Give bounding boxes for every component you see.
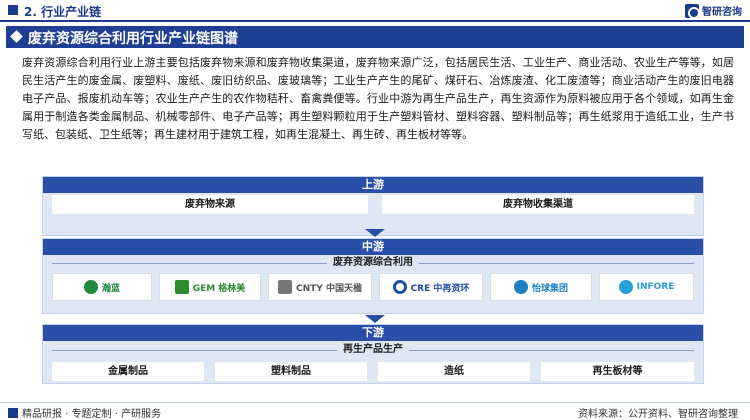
- company-logo-cre: CRE 中再资环: [379, 273, 483, 301]
- midstream-subtitle-text: 废弃资源综合利用: [327, 257, 419, 268]
- yechiu-logo-icon: [513, 280, 528, 294]
- company-logo-hanlan: 瀚蓝: [52, 273, 152, 301]
- hanlan-logo-icon: [83, 280, 98, 294]
- brand-name: 智研咨询: [702, 7, 742, 18]
- brand-logo-icon: [685, 3, 700, 19]
- footer-logo-icon: [8, 407, 18, 418]
- company-name: INFORE: [636, 282, 675, 292]
- downstream-subtitle: 再生产品生产: [52, 343, 694, 357]
- downstream-subtitle-text: 再生产品生产: [337, 344, 409, 355]
- downstream-item-board: 再生板材等: [541, 362, 694, 381]
- intro-paragraph: 废弃资源综合利用行业上游主要包括废弃物来源和废弃物收集渠道，废弃物来源广泛，包括…: [22, 56, 734, 141]
- down-arrow-icon: [365, 315, 385, 323]
- company-name: CRE 中再资环: [410, 283, 470, 294]
- midstream-subtitle: 废弃资源综合利用: [52, 256, 694, 270]
- downstream-header: 下游: [43, 325, 703, 341]
- downstream-item-plastic: 塑料制品: [215, 362, 367, 381]
- diamond-icon: [10, 30, 23, 43]
- title-banner: 废弃资源综合利用行业产业链图谱: [6, 26, 744, 48]
- company-name: 瀚蓝: [101, 283, 120, 294]
- company-logo-cnty: CNTY 中国天楹: [268, 273, 372, 301]
- infore-logo-icon: [618, 280, 633, 294]
- company-name: GEM 格林美: [192, 283, 246, 294]
- section-title: 2. 行业产业链: [24, 5, 102, 19]
- company-logo-infore: INFORE: [599, 273, 694, 301]
- downstream-item-metal: 金属制品: [52, 362, 204, 381]
- cnty-logo-icon: [278, 280, 293, 294]
- top-header: 2. 行业产业链 智研咨询: [0, 0, 750, 22]
- section-marker-icon: [8, 5, 18, 15]
- company-name: 怡球集团: [531, 283, 568, 294]
- upstream-item-source: 废弃物来源: [52, 195, 368, 214]
- downstream-item-paper: 造纸: [378, 362, 530, 381]
- page-title: 废弃资源综合利用行业产业链图谱: [28, 31, 238, 47]
- company-logo-yechiu: 怡球集团: [490, 273, 592, 301]
- upstream-header: 上游: [43, 177, 703, 193]
- source-note: 资料来源：公开资料、智研咨询整理: [578, 409, 738, 420]
- footer-services: 精品研报 · 专题定制 · 产研服务: [8, 405, 161, 420]
- footer: 精品研报 · 专题定制 · 产研服务 资料来源：公开资料、智研咨询整理: [0, 402, 750, 420]
- gem-logo-icon: [174, 280, 189, 294]
- footer-services-text: 精品研报 · 专题定制 · 产研服务: [22, 409, 162, 420]
- down-arrow-icon: [365, 229, 385, 237]
- company-name: CNTY 中国天楹: [296, 283, 362, 294]
- brand-logo: 智研咨询: [685, 3, 742, 19]
- upstream-item-channel: 废弃物收集渠道: [382, 195, 694, 214]
- company-logo-gem: GEM 格林美: [159, 273, 261, 301]
- midstream-header: 中游: [43, 239, 703, 255]
- cre-logo-icon: [392, 280, 407, 294]
